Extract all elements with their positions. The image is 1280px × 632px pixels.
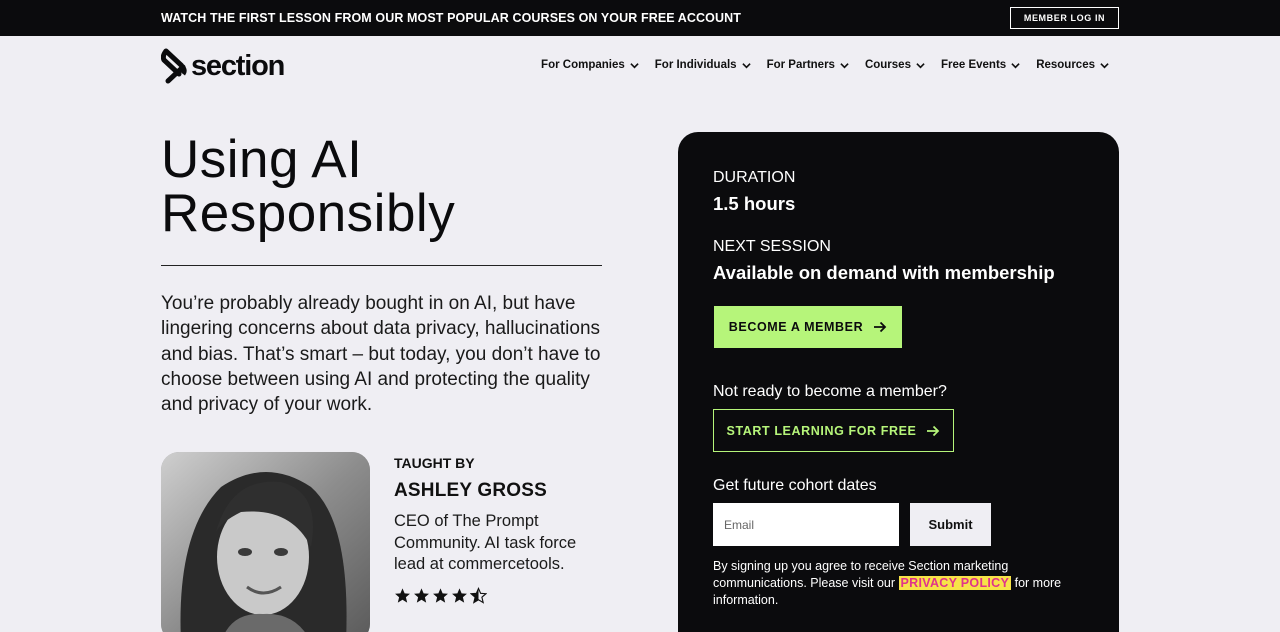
chevron-down-icon: [840, 62, 849, 68]
nav-label: For Companies: [541, 59, 625, 71]
nav-label: For Partners: [766, 59, 835, 71]
chevron-down-icon: [916, 62, 925, 68]
next-session-label: NEXT SESSION: [713, 238, 831, 255]
cohort-dates-label: Get future cohort dates: [713, 477, 877, 494]
nav-for-partners[interactable]: For Partners: [767, 59, 849, 71]
course-description: You’re probably already bought in on AI,…: [161, 293, 601, 416]
arrow-right-icon: [927, 425, 940, 436]
star-filled-icon: [433, 588, 448, 603]
next-session-value: Available on demand with membership: [713, 262, 1055, 283]
nav-label: Resources: [1036, 59, 1095, 71]
become-member-label: BECOME A MEMBER: [728, 320, 864, 334]
start-learning-free-button[interactable]: START LEARNING FOR FREE: [713, 409, 954, 452]
arrow-right-icon: [874, 321, 887, 333]
star-filled-icon: [395, 588, 410, 603]
nav-for-companies[interactable]: For Companies: [541, 59, 639, 71]
instructor-photo: [161, 452, 370, 632]
announcement-bar: WATCH THE FIRST LESSON FROM OUR MOST POP…: [0, 0, 1280, 36]
start-learning-label: START LEARNING FOR FREE: [726, 423, 917, 438]
nav-label: Free Events: [940, 59, 1007, 71]
instructor-rating: [394, 587, 487, 604]
not-ready-text: Not ready to become a member?: [713, 383, 947, 400]
member-login-button[interactable]: MEMBER LOG IN: [1010, 7, 1119, 29]
chevron-down-icon: [1100, 62, 1109, 68]
nav-label: Courses: [864, 59, 911, 71]
instructor-bio: CEO of The Prompt Community. AI task for…: [394, 512, 577, 573]
instructor-name: ASHLEY GROSS: [394, 480, 548, 501]
star-half-icon: [470, 587, 487, 604]
main-nav: For Companies For Individuals For Partne…: [541, 59, 1109, 71]
chevron-down-icon: [741, 62, 751, 68]
section-s-logo-icon: [161, 48, 187, 84]
chevron-down-icon: [630, 62, 639, 68]
star-filled-icon: [414, 588, 429, 603]
section-logo[interactable]: section: [161, 48, 285, 84]
title-divider: [161, 265, 602, 266]
course-title-line1: Using AI: [161, 130, 363, 189]
duration-label: DURATION: [713, 169, 796, 186]
privacy-policy-link[interactable]: PRIVACY POLICY: [898, 576, 1012, 590]
submit-button[interactable]: Submit: [910, 503, 991, 546]
enrollment-card: DURATION 1.5 hours NEXT SESSION Availabl…: [678, 132, 1119, 632]
email-field[interactable]: [713, 503, 899, 546]
brand-name: section: [191, 49, 285, 82]
announcement-text[interactable]: WATCH THE FIRST LESSON FROM OUR MOST POP…: [161, 11, 741, 25]
nav-resources[interactable]: Resources: [1036, 59, 1109, 71]
nav-for-individuals[interactable]: For Individuals: [655, 59, 751, 71]
instructor-portrait-image: [161, 452, 370, 632]
course-title: Using AI Responsibly: [161, 133, 455, 241]
nav-free-events[interactable]: Free Events: [941, 59, 1020, 71]
chevron-down-icon: [1011, 62, 1020, 68]
nav-courses[interactable]: Courses: [865, 59, 925, 71]
nav-label: For Individuals: [654, 59, 737, 71]
course-title-line2: Responsibly: [161, 184, 456, 243]
taught-by-label: TAUGHT BY: [394, 455, 475, 471]
duration-value: 1.5 hours: [713, 193, 796, 214]
legal-text: By signing up you agree to receive Secti…: [713, 558, 1083, 609]
star-filled-icon: [452, 588, 467, 603]
become-member-button[interactable]: BECOME A MEMBER: [714, 306, 902, 348]
